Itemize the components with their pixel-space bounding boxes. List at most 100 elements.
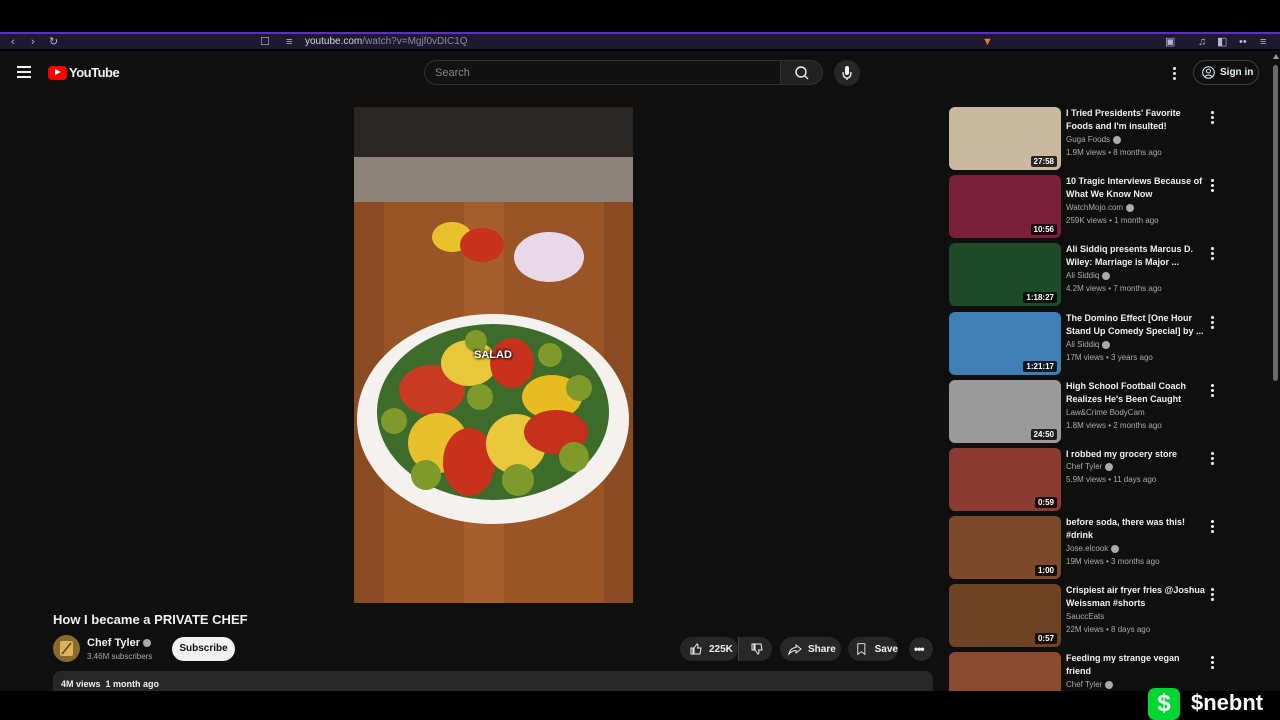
recommendation-more-icon[interactable] [1211,384,1214,399]
duration-badge: 24:50 [1030,429,1057,440]
duration-badge: 1:00 [1034,565,1057,576]
recommendation-item[interactable]: Feeding my strange vegan friend Chef Tyle… [949,652,1229,691]
recommendation-thumbnail[interactable] [949,652,1061,691]
recommendation-channel[interactable]: Guga Foods [1066,135,1122,144]
recommendation-thumbnail[interactable]: 0:59 [949,448,1061,511]
guide-menu-icon[interactable] [17,66,31,78]
recommendation-more-icon[interactable] [1211,588,1214,603]
account-icon [1202,66,1215,79]
dislike-button[interactable] [738,637,772,661]
forward-icon[interactable]: › [31,35,35,49]
recommendation-title[interactable]: The Domino Effect [One Hour Stand Up Com… [1066,312,1206,338]
save-button[interactable]: Save [848,637,898,661]
recommendation-title[interactable]: High School Football Coach Realizes He's… [1066,380,1206,406]
search-input[interactable]: Search [424,60,781,85]
scroll-thumb[interactable] [1273,65,1278,381]
translate-icon[interactable]: ▣ [1165,35,1175,49]
reload-icon[interactable]: ↻ [49,35,58,49]
youtube-logo[interactable]: YouTube [48,65,120,80]
recommendation-channel[interactable]: Law&Crime BodyCam [1066,408,1145,417]
recommendation-title[interactable]: I Tried Presidents' Favorite Foods and I… [1066,107,1206,133]
recommendation-more-icon[interactable] [1211,520,1214,535]
menu-icon[interactable]: ≡ [1260,35,1266,49]
recommendation-more-icon[interactable] [1211,111,1214,126]
music-icon[interactable]: ♫ [1198,35,1206,49]
search-button[interactable] [780,60,823,85]
verified-icon [1126,203,1135,212]
recommendation-channel-text: SauccEats [1066,612,1105,621]
recommendation-channel-text: Chef Tyler [1066,462,1103,471]
recommendation-title[interactable]: Feeding my strange vegan friend [1066,652,1206,678]
back-icon[interactable]: ‹ [11,35,15,49]
recommendation-channel-text: Ali Siddiq [1066,271,1100,280]
bookmark-icon[interactable]: ☐ [260,35,270,49]
page-scrollbar[interactable] [1272,51,1280,691]
address-bar[interactable]: youtube.com/watch?v=Mgjf0vDIC1Q [305,36,468,48]
recommendation-more-icon[interactable] [1211,452,1214,467]
logo-text: YouTube [69,65,120,80]
recommendation-meta: 1.8M views • 2 months ago [1066,421,1162,430]
video-player[interactable]: SALAD [354,107,633,603]
recommendation-channel[interactable]: Jose.elcook [1066,544,1120,553]
recommendation-channel[interactable]: Chef Tyler [1066,680,1114,689]
duration-badge: 0:57 [1034,633,1057,644]
recommendation-more-icon[interactable] [1211,247,1214,262]
recommendation-more-icon[interactable] [1211,179,1214,194]
site-settings-icon[interactable]: ≡ [286,35,292,49]
recommendation-channel[interactable]: SauccEats [1066,612,1104,621]
like-button[interactable]: 225K [680,637,738,661]
recommendation-more-icon[interactable] [1211,316,1214,331]
recommendation-item[interactable]: 0:59 I robbed my grocery store Chef Tyler 5… [949,448,1229,512]
video-title: How I became a PRIVATE CHEF [53,612,248,627]
recommendation-channel[interactable]: WatchMojo.com [1066,203,1135,212]
recommendation-item[interactable]: 0:57 Crispiest air fryer fries @Joshua We… [949,584,1229,648]
recommendation-thumbnail[interactable]: 1:00 [949,516,1061,579]
recommendation-channel[interactable]: Chef Tyler [1066,462,1114,471]
url-path: /watch?v=Mgjf0vDIC1Q [362,36,468,47]
more-actions-button[interactable]: ••• [909,637,933,661]
thumbs-down-icon [751,643,763,655]
verified-icon [1105,680,1114,689]
share-button[interactable]: Share [780,637,841,661]
recommendation-title[interactable]: I robbed my grocery store [1066,448,1206,461]
recommendation-meta: 5.9M views • 11 days ago [1066,475,1157,484]
recommendation-thumbnail[interactable]: 27:58 [949,107,1061,170]
recommendation-item[interactable]: 1:00 before soda, there was this! #drink J… [949,516,1229,580]
extensions-icon[interactable]: •• [1239,35,1247,49]
sign-in-button[interactable]: Sign in [1193,60,1259,85]
recommendation-channel[interactable]: Ali Siddiq [1066,271,1111,280]
share-label: Share [808,643,836,655]
recommendation-channel-text: Law&Crime BodyCam [1066,408,1145,417]
channel-name-text: Chef Tyler [87,637,140,649]
recommendation-title[interactable]: 10 Tragic Interviews Because of What We … [1066,175,1206,201]
recommendation-channel-text: Chef Tyler [1066,680,1103,689]
description-box[interactable]: 4M views 1 month ago [53,671,933,691]
recommendation-item[interactable]: 1:21:17 The Domino Effect [One Hour Stand… [949,312,1229,376]
recommendation-channel[interactable]: Ali Siddiq [1066,340,1111,349]
youtube-page: YouTube Search Sign in SALAD How I becam… [0,51,1272,691]
recommendation-more-icon[interactable] [1211,656,1214,671]
channel-name[interactable]: Chef Tyler [87,637,151,649]
recommendation-thumbnail[interactable]: 0:57 [949,584,1061,647]
recommendation-title[interactable]: Ali Siddiq presents Marcus D. Wiley: Mar… [1066,243,1206,269]
recommendation-item[interactable]: 24:50 High School Football Coach Realizes… [949,380,1229,444]
recommendation-thumbnail[interactable]: 1:18:27 [949,243,1061,306]
brave-shield-icon[interactable]: ▼ [982,35,993,49]
recommendation-item[interactable]: 10:56 10 Tragic Interviews Because of Wha… [949,175,1229,239]
recommendation-title[interactable]: before soda, there was this! #drink [1066,516,1206,542]
recommendation-thumbnail[interactable]: 10:56 [949,175,1061,238]
sidebar-icon[interactable]: ◧ [1217,35,1227,49]
subscribe-button[interactable]: Subscribe [172,637,235,661]
recommendation-thumbnail[interactable]: 24:50 [949,380,1061,443]
upload-age: 1 month ago [105,679,160,689]
channel-avatar[interactable] [53,635,80,662]
video-caption-overlay: SALAD [474,349,512,361]
settings-more-icon[interactable] [1173,67,1176,82]
scroll-up-arrow-icon[interactable] [1273,54,1279,59]
recommendation-item[interactable]: 27:58 I Tried Presidents' Favorite Foods … [949,107,1229,171]
recommendation-item[interactable]: 1:18:27 Ali Siddiq presents Marcus D. Wil… [949,243,1229,307]
voice-search-button[interactable] [834,60,860,86]
bottom-black-bar [0,691,1280,720]
recommendation-thumbnail[interactable]: 1:21:17 [949,312,1061,375]
recommendation-title[interactable]: Crispiest air fryer fries @Joshua Weissm… [1066,584,1206,610]
